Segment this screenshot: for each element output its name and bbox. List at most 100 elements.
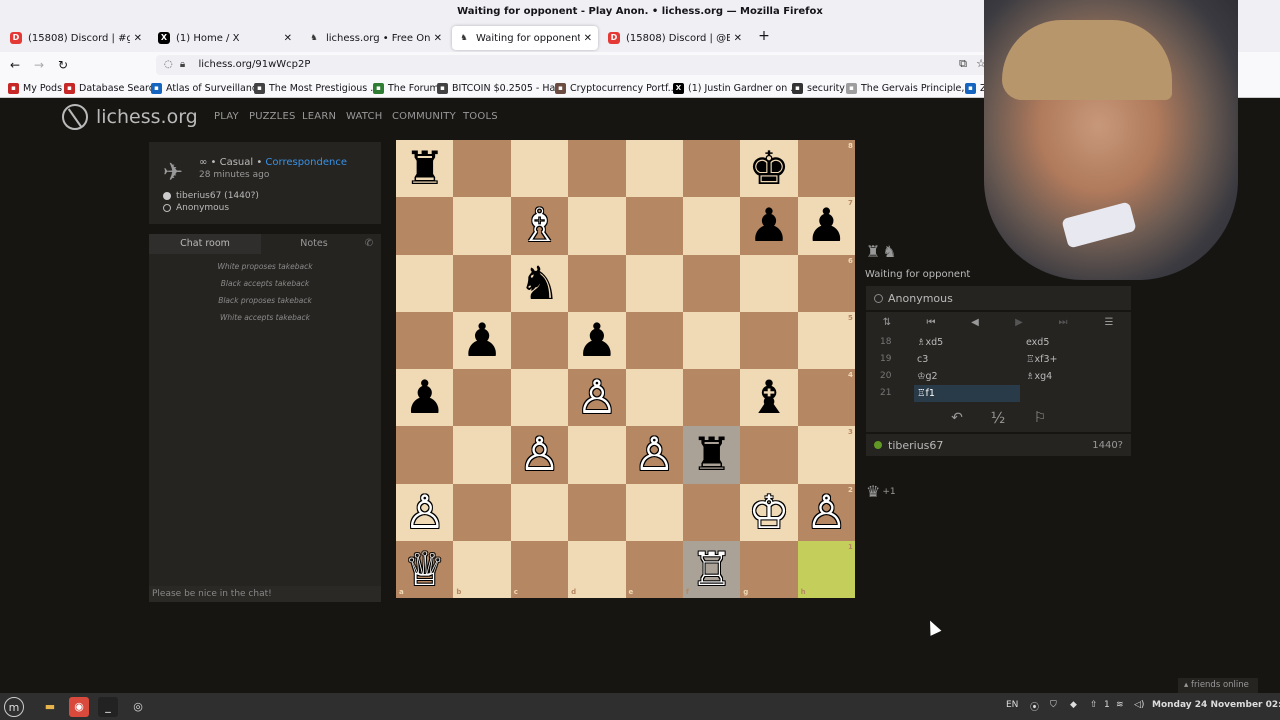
- square-g5[interactable]: [740, 311, 798, 369]
- square-c1[interactable]: [510, 540, 569, 598]
- piece-h2[interactable]: ♙: [798, 484, 855, 541]
- vpn-icon[interactable]: ◆: [1070, 700, 1077, 710]
- square-e1[interactable]: [625, 540, 683, 598]
- square-e7[interactable]: [625, 197, 683, 255]
- square-a3[interactable]: [396, 426, 454, 484]
- square-d7[interactable]: [568, 197, 626, 255]
- friends-online-button[interactable]: ▴ friends online: [1178, 678, 1258, 693]
- folder-icon[interactable]: ▬: [40, 697, 60, 717]
- piece-g2[interactable]: ♔: [740, 484, 797, 541]
- nav-learn[interactable]: LEARN: [302, 111, 336, 122]
- update-icon[interactable]: ⇧: [1090, 700, 1098, 710]
- black-move[interactable]: ♗xg4: [1026, 368, 1052, 385]
- piece-f3[interactable]: ♜: [683, 426, 740, 483]
- prev-move-icon[interactable]: ◀: [964, 315, 986, 331]
- square-f2[interactable]: [682, 483, 741, 541]
- square-h1[interactable]: [797, 540, 855, 598]
- correspondence-link[interactable]: Correspondence: [265, 157, 347, 168]
- square-d1[interactable]: [568, 540, 626, 598]
- network-icon[interactable]: ⦿: [1030, 700, 1039, 713]
- terminal-icon[interactable]: _: [98, 697, 118, 717]
- bookmark-item[interactable]: ▪ The Gervais Principle,...: [846, 81, 973, 95]
- square-c4[interactable]: [510, 369, 569, 427]
- clock[interactable]: Monday 24 November 02:17: [1152, 700, 1280, 710]
- square-g1[interactable]: [740, 540, 798, 598]
- square-e6[interactable]: [625, 254, 683, 312]
- translate-icon[interactable]: ⧉: [956, 57, 970, 71]
- piece-b5[interactable]: ♟: [453, 312, 510, 369]
- next-move-icon[interactable]: ▶: [1008, 315, 1030, 331]
- square-h6[interactable]: [797, 254, 855, 312]
- bookmark-item[interactable]: ▪ The Most Prestigious ...: [254, 81, 379, 95]
- square-h4[interactable]: [797, 369, 855, 427]
- back-button[interactable]: ←: [6, 56, 24, 74]
- square-e4[interactable]: [625, 369, 683, 427]
- square-h5[interactable]: [797, 311, 855, 369]
- black-move[interactable]: exd5: [1026, 334, 1049, 351]
- piece-d5[interactable]: ♟: [568, 312, 625, 369]
- resign-flag-icon[interactable]: ⚐: [1029, 408, 1051, 428]
- square-d8[interactable]: [568, 140, 626, 198]
- bookmark-item[interactable]: ▪ BITCOIN $0.2505 - Ha...: [437, 81, 564, 95]
- phone-icon[interactable]: ✆: [359, 234, 379, 254]
- bookmark-item[interactable]: ▪ security: [792, 81, 845, 95]
- square-f8[interactable]: [682, 140, 741, 198]
- tab-chat-room[interactable]: Chat room: [149, 234, 261, 254]
- square-b7[interactable]: [453, 197, 511, 255]
- flip-board-icon[interactable]: ⇅: [876, 315, 898, 331]
- square-b6[interactable]: [453, 254, 511, 312]
- piece-c3[interactable]: ♙: [511, 426, 568, 483]
- menu-icon[interactable]: ☰: [1098, 315, 1120, 331]
- square-g6[interactable]: [740, 254, 798, 312]
- reload-button[interactable]: ↻: [54, 56, 72, 74]
- url-bar[interactable]: ◌ 🔒︎ lichess.org/91wWcp2P: [156, 55, 996, 75]
- piece-d4[interactable]: ♙: [568, 369, 625, 426]
- square-f7[interactable]: [682, 197, 741, 255]
- square-c5[interactable]: [510, 311, 569, 369]
- first-move-icon[interactable]: ⏮: [920, 315, 942, 331]
- tab-discord-bucket[interactable]: D (15808) Discord | @BucketC ✕: [602, 26, 748, 50]
- nav-tools[interactable]: TOOLS: [463, 111, 498, 122]
- piece-a4[interactable]: ♟: [396, 369, 453, 426]
- square-f6[interactable]: [682, 254, 741, 312]
- site-logo[interactable]: lichess.org: [62, 104, 198, 130]
- offer-draw-button[interactable]: ½: [987, 408, 1009, 428]
- chess-board[interactable]: 8 7 6 5 4 3 2 1 a b c d e f g h ♜ ♚ ♗ ♟ ♟ ♞ ♟ ♟ ♟ ♙ ♝ ♙ ♙ ♜ ♙ ♔ ♙ ♕ ♖: [396, 140, 855, 598]
- square-e5[interactable]: [625, 311, 683, 369]
- white-player-line[interactable]: tiberius67 (1440?): [163, 191, 259, 201]
- shield-icon[interactable]: ⛉: [1050, 700, 1057, 710]
- square-b8[interactable]: [453, 140, 511, 198]
- white-move[interactable]: ♔g2: [914, 368, 1020, 385]
- tab-discord-general[interactable]: D (15808) Discord | #gene ✕: [4, 26, 148, 50]
- close-icon[interactable]: ✕: [734, 33, 742, 44]
- square-d2[interactable]: [568, 483, 626, 541]
- square-b1[interactable]: [453, 540, 511, 598]
- start-menu-icon[interactable]: m: [4, 697, 24, 717]
- square-g3[interactable]: [740, 426, 798, 484]
- square-h8[interactable]: [797, 140, 855, 198]
- tab-notes[interactable]: Notes: [269, 234, 359, 254]
- close-icon[interactable]: ✕: [434, 33, 442, 44]
- square-b4[interactable]: [453, 369, 511, 427]
- black-move[interactable]: ♖xf3+: [1026, 351, 1058, 368]
- takeback-icon[interactable]: ↶: [946, 408, 968, 428]
- nav-puzzles[interactable]: PUZZLES: [249, 111, 296, 122]
- close-icon[interactable]: ✕: [284, 33, 292, 44]
- volume-icon[interactable]: ◁): [1134, 700, 1144, 710]
- square-a6[interactable]: [396, 254, 454, 312]
- white-move[interactable]: ♗xd5: [914, 334, 1020, 351]
- white-move-current[interactable]: ♖f1: [914, 385, 1020, 402]
- piece-e3[interactable]: ♙: [626, 426, 683, 483]
- piece-g4[interactable]: ♝: [740, 369, 797, 426]
- square-a5[interactable]: [396, 311, 454, 369]
- bookmark-item[interactable]: ▪ Cryptocurrency Portf...: [555, 81, 677, 95]
- square-f4[interactable]: [682, 369, 741, 427]
- piece-a2[interactable]: ♙: [396, 484, 453, 541]
- square-e2[interactable]: [625, 483, 683, 541]
- black-player-line[interactable]: Anonymous: [163, 203, 229, 213]
- close-icon[interactable]: ✕: [584, 33, 592, 44]
- square-e8[interactable]: [625, 140, 683, 198]
- bookmark-item[interactable]: ▪ Atlas of Surveillance: [151, 81, 263, 95]
- piece-a8[interactable]: ♜: [396, 140, 453, 197]
- square-h3[interactable]: [797, 426, 855, 484]
